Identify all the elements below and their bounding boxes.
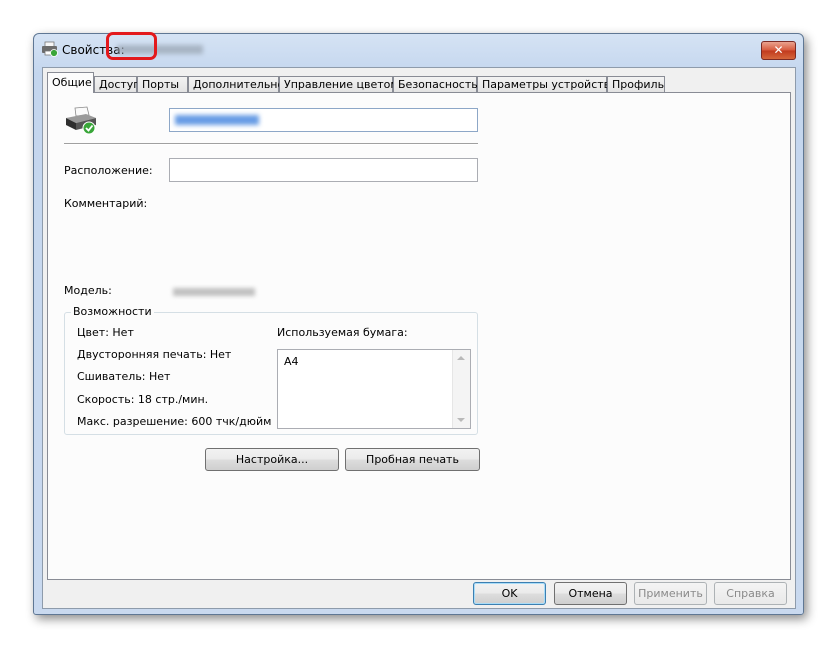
tab-security[interactable]: Безопасность (393, 76, 478, 92)
ports-tab-highlight (106, 32, 157, 60)
location-field[interactable] (169, 158, 478, 182)
scroll-down-icon[interactable] (457, 418, 465, 422)
tab-advanced[interactable]: Дополнительно (188, 76, 284, 92)
features-legend: Возможности (71, 305, 154, 318)
printer-name-field[interactable] (169, 108, 478, 132)
apply-button[interactable]: Применить (634, 582, 707, 605)
cancel-button[interactable]: Отмена (554, 582, 627, 605)
dialog-client: Общие Доступ Порты Дополнительно Управле… (42, 67, 796, 609)
feature-staple: Сшиватель: Нет (77, 370, 171, 383)
paper-listbox[interactable]: A4 (277, 349, 471, 429)
feature-speed: Скорость: 18 стр./мин. (77, 393, 209, 406)
tab-sharing[interactable]: Доступ (94, 76, 140, 92)
scroll-up-icon[interactable] (457, 356, 465, 360)
tab-ports[interactable]: Порты (137, 76, 188, 92)
close-icon: ✕ (773, 43, 784, 57)
test-page-button[interactable]: Пробная печать (345, 448, 480, 471)
help-button[interactable]: Справка (714, 582, 787, 605)
feature-duplex: Двусторонняя печать: Нет (77, 348, 232, 361)
feature-color: Цвет: Нет (77, 326, 134, 339)
tab-color-management[interactable]: Управление цветом (279, 76, 399, 92)
close-button[interactable]: ✕ (761, 41, 796, 60)
printer-icon (42, 41, 58, 57)
feature-resolution: Макс. разрешение: 600 тчк/дюйм (77, 415, 272, 428)
ok-button[interactable]: OK (473, 582, 546, 605)
model-value-redacted (173, 288, 255, 296)
features-group: Возможности Цвет: Нет Двусторонняя печат… (64, 305, 478, 435)
paper-label: Используемая бумага: (277, 326, 408, 339)
general-tab-panel: Расположение: Комментарий: Модель: Возмо… (47, 92, 791, 580)
tab-general[interactable]: Общие (47, 72, 94, 93)
printer-default-icon (66, 106, 96, 135)
tab-profile[interactable]: Профиль (607, 76, 665, 92)
tab-device-settings[interactable]: Параметры устройства (477, 76, 617, 92)
location-label: Расположение: (64, 164, 153, 177)
setup-button[interactable]: Настройка... (205, 448, 339, 471)
list-item[interactable]: A4 (284, 355, 299, 368)
separator (64, 143, 478, 145)
printer-name-redacted (175, 115, 259, 125)
comment-label: Комментарий: (64, 197, 148, 210)
model-label: Модель: (64, 284, 112, 297)
properties-window: Свойства: ✕ Общие Доступ Порты Дополните… (33, 33, 804, 615)
scrollbar[interactable] (452, 350, 470, 428)
